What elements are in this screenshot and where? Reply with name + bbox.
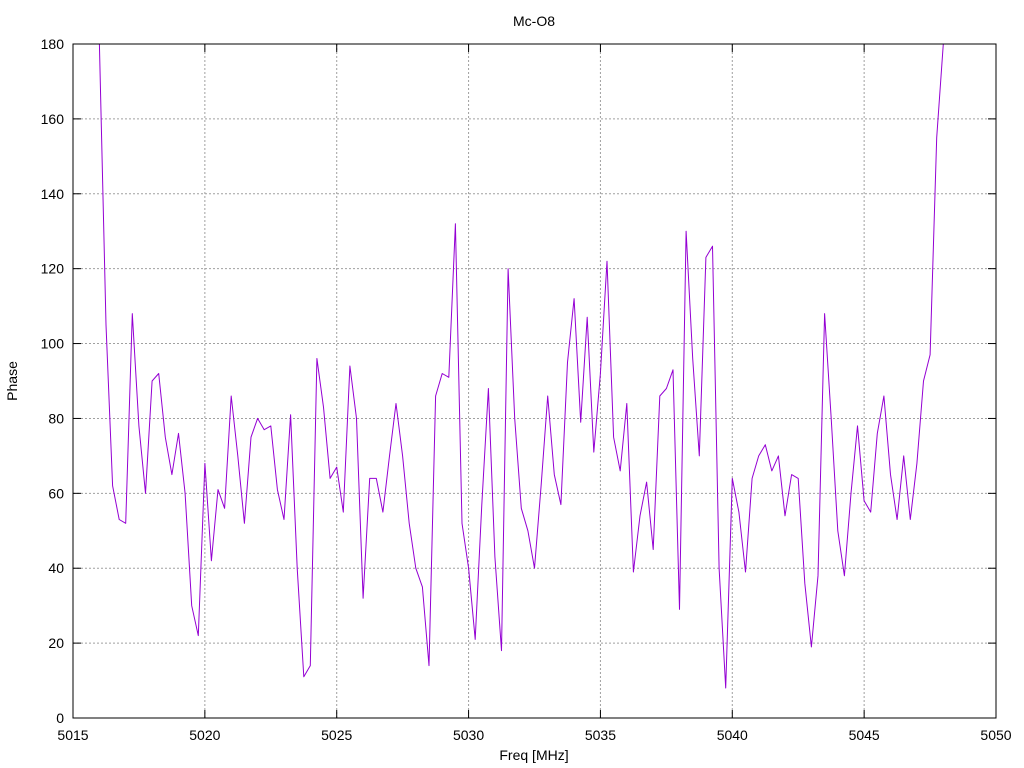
y-tick-label: 160 — [41, 111, 65, 127]
series-group — [98, 43, 944, 689]
y-axis-label: Phase — [4, 361, 20, 401]
axis-ticks — [72, 43, 997, 719]
x-tick-label: 5040 — [717, 727, 748, 743]
y-tick-label: 180 — [41, 36, 65, 52]
phase-line-chart: Mc-O8 5015 5020 5025 5030 5035 5040 5045 5050 0 2… — [4, 13, 1012, 763]
y-tick-label: 20 — [48, 635, 64, 651]
x-tick-label: 5020 — [189, 727, 220, 743]
y-tick-label: 60 — [48, 485, 64, 501]
y-tick-label: 100 — [41, 336, 65, 352]
phase-series-line — [98, 43, 944, 689]
y-tick-label: 120 — [41, 261, 65, 277]
x-tick-label: 5015 — [57, 727, 88, 743]
y-tick-label: 40 — [48, 560, 64, 576]
x-tick-label: 5030 — [453, 727, 484, 743]
y-tick-label: 0 — [56, 710, 64, 726]
tick-labels: 5015 5020 5025 5030 5035 5040 5045 5050 0 20 40 60 8… — [41, 36, 1012, 743]
x-tick-label: 5045 — [849, 727, 880, 743]
x-tick-label: 5035 — [585, 727, 616, 743]
y-tick-label: 140 — [41, 186, 65, 202]
y-tick-label: 80 — [48, 410, 64, 426]
x-tick-label: 5050 — [980, 727, 1011, 743]
grid-lines — [73, 44, 996, 718]
chart-title: Mc-O8 — [513, 13, 555, 29]
x-tick-label: 5025 — [321, 727, 352, 743]
x-axis-label: Freq [MHz] — [499, 747, 568, 763]
plot-frame — [72, 43, 997, 719]
